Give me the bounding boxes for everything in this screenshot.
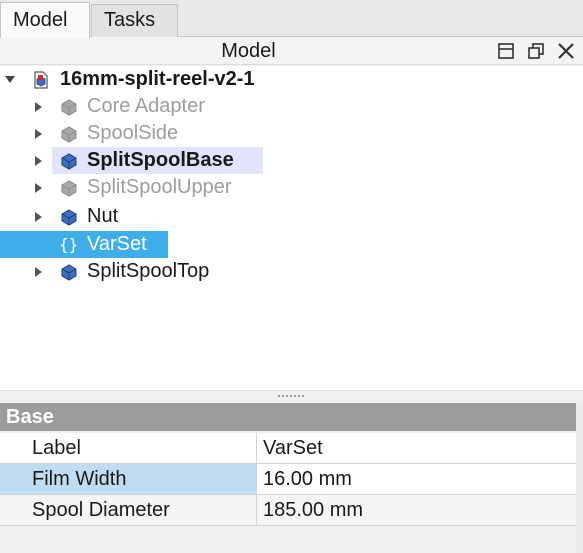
property-value[interactable]: VarSet [257,433,576,464]
tree-root-row[interactable]: 16mm-split-reel-v2-1 [0,66,583,93]
tree-item[interactable]: Nut [0,203,583,230]
property-row[interactable]: Spool Diameter 185.00 mm [0,495,576,526]
row-gutter [0,495,26,526]
tab-tasks[interactable]: Tasks [91,4,178,37]
close-icon[interactable] [556,41,576,61]
tree-item-label: VarSet [87,233,147,255]
row-gutter [0,433,26,464]
document-icon [31,70,51,90]
property-group-header[interactable]: Base [0,403,576,431]
tree-root-label: 16mm-split-reel-v2-1 [60,68,255,90]
tree-item-label: SpoolSide [87,122,179,144]
tree-item-label: SplitSpoolTop [87,260,210,282]
tree-item-label: Core Adapter [87,95,205,117]
tree-item[interactable]: {} VarSet [0,231,583,258]
vertical-scrollbar[interactable] [576,403,583,553]
property-row[interactable]: Film Width 16.00 mm [0,464,576,495]
property-row[interactable]: Label VarSet [0,433,576,464]
part-icon [59,262,79,282]
property-name: Film Width [26,464,257,495]
tree-item-label: SplitSpoolUpper [87,176,232,198]
tab-model[interactable]: Model [0,2,90,38]
tree-item[interactable]: Core Adapter [0,93,583,120]
chevron-right-icon[interactable] [35,102,43,112]
chevron-right-icon[interactable] [35,129,43,139]
property-editor[interactable]: Base Label VarSet Film Width 16.00 mm Sp… [0,403,583,553]
chevron-down-icon[interactable] [5,76,15,84]
tree-item[interactable]: SpoolSide [0,120,583,147]
chevron-right-icon[interactable] [35,267,43,277]
property-name: Label [26,433,257,464]
part-icon [59,178,79,198]
panel-header: Model [0,37,583,65]
row-gutter [0,464,26,495]
tree-item[interactable]: SplitSpoolUpper [0,174,583,201]
float-panel-icon[interactable] [496,41,516,61]
varset-icon: {} [59,235,79,254]
model-tree[interactable]: 16mm-split-reel-v2-1 Core Adapter SpoolS… [0,66,583,390]
tree-item-label: Nut [87,205,119,227]
chevron-right-icon[interactable] [35,183,43,193]
panel-title: Model [221,40,276,62]
part-icon [59,207,79,227]
undock-icon[interactable] [526,41,546,61]
part-icon [59,124,79,144]
tree-item[interactable]: SplitSpoolTop [0,258,583,285]
chevron-right-icon[interactable] [35,212,43,222]
tab-bar: Model Tasks [0,0,583,38]
splitter-grip[interactable] [278,395,304,398]
panel-splitter[interactable] [0,390,583,403]
part-icon [59,151,79,171]
property-value[interactable]: 16.00 mm [257,464,576,495]
property-name: Spool Diameter [26,495,257,526]
chevron-right-icon[interactable] [35,156,43,166]
property-value[interactable]: 185.00 mm [257,495,576,526]
tree-item-label: SplitSpoolBase [87,149,234,171]
tree-item[interactable]: SplitSpoolBase [0,147,583,174]
part-icon [59,97,79,117]
